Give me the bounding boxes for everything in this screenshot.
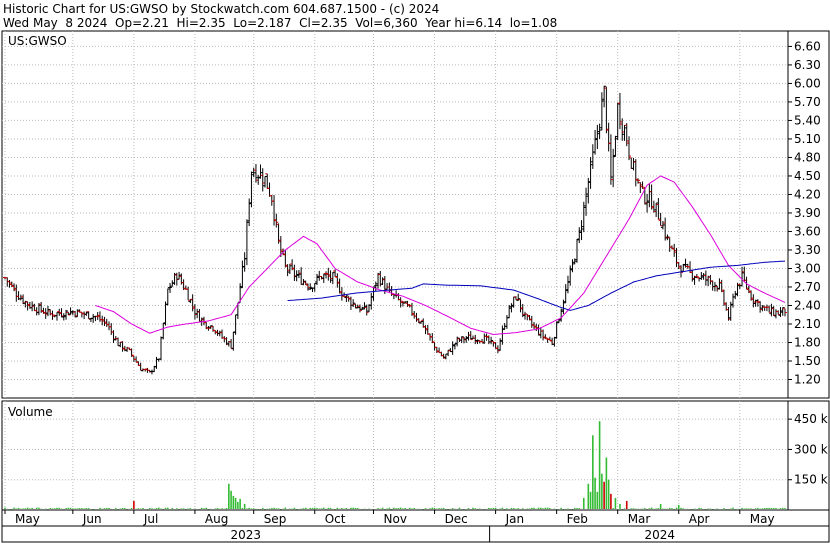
price-tick-label: 3.30 (794, 243, 821, 257)
price-tick-label: 2.10 (794, 317, 821, 331)
price-tick-label: 6.60 (794, 39, 821, 53)
month-label: Jun (82, 512, 102, 526)
price-tick-label: 1.20 (794, 372, 821, 386)
price-panel: 1.20 1.50 1.80 2.10 2.40 2.70 3.00 3.30 3.60 3.90… (1, 30, 830, 399)
month-label: May (15, 512, 40, 526)
price-tick-label: 6.00 (794, 76, 821, 90)
volume-tick-label: 150 k (794, 473, 828, 487)
volume-tick-label: 450 k (794, 412, 828, 426)
month-label: Apr (689, 512, 710, 526)
month-label: Jul (143, 512, 158, 526)
month-label: Oct (325, 512, 346, 526)
month-label: Aug (205, 512, 228, 526)
price-tick-label: 3.90 (794, 206, 821, 220)
stock-chart: 1.20 1.50 1.80 2.10 2.40 2.70 3.00 3.30 3.60 3.90… (1, 30, 830, 543)
price-tick-label: 3.60 (794, 224, 821, 238)
month-label: Nov (384, 512, 407, 526)
price-tick-label: 2.70 (794, 280, 821, 294)
price-tick-label: 4.80 (794, 150, 821, 164)
price-tick-label: 1.80 (794, 335, 821, 349)
month-label: May (750, 512, 775, 526)
price-tick-label: 2.40 (794, 298, 821, 312)
price-tick-label: 4.50 (794, 169, 821, 183)
price-tick-label: 3.00 (794, 261, 821, 275)
time-axis: May Jun Jul Aug Sep Oct Nov Dec Jan Feb Mar Apr May 2… (1, 509, 830, 543)
volume-label: Volume (8, 405, 53, 419)
volume-tick-label: 300 k (794, 442, 828, 456)
price-tick-label: 5.70 (794, 95, 821, 109)
volume-panel: 150 k 300 k 450 k Volume (1, 400, 830, 511)
month-label: Dec (445, 512, 468, 526)
price-tick-label: 5.10 (794, 132, 821, 146)
month-label: Jan (505, 512, 525, 526)
month-label: Feb (567, 512, 588, 526)
price-tick-label: 6.30 (794, 58, 821, 72)
year-label: 2024 (645, 528, 676, 542)
month-label: Mar (628, 512, 651, 526)
symbol-label: US:GWSO (8, 34, 67, 48)
volume-frame (1, 400, 830, 511)
price-tick-label: 1.50 (794, 354, 821, 368)
price-tick-label: 5.40 (794, 113, 821, 127)
month-label: Sep (264, 512, 287, 526)
price-tick-label: 4.20 (794, 187, 821, 201)
year-label: 2023 (231, 528, 262, 542)
